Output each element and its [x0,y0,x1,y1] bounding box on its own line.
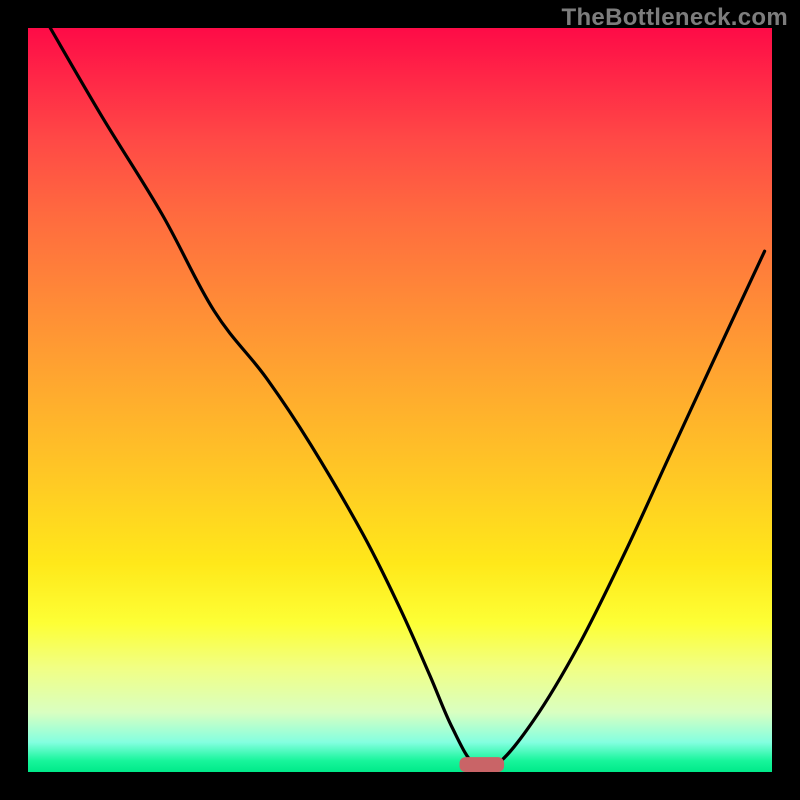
plot-area [28,28,772,772]
chart-frame: TheBottleneck.com [0,0,800,800]
chart-svg [28,28,772,772]
optimal-marker [460,757,505,772]
bottleneck-curve [50,28,764,770]
attribution-label: TheBottleneck.com [562,4,788,32]
